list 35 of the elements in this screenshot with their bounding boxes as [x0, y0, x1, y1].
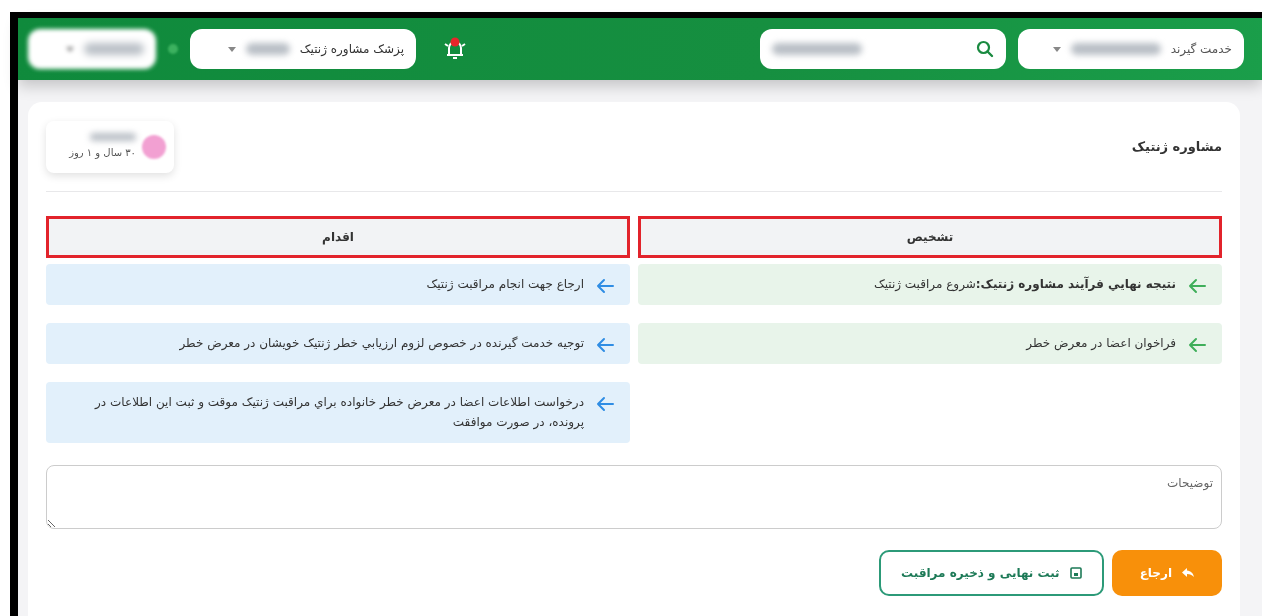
page-title: مشاوره ژنتیک [1131, 137, 1222, 156]
arrow-icon [596, 278, 614, 294]
search-icon [976, 40, 994, 58]
blurred-text [245, 43, 290, 55]
caret-icon [66, 46, 74, 52]
doctor-select[interactable]: پزشک مشاوره ژنتیک [190, 29, 416, 69]
caret-icon [227, 46, 236, 52]
item-text: درخواست اطلاعات اعضا در معرض خطر خانواده براي مراقبت ژنتیک موقت و ثبت این اطلاعات در پرونده، در صورت موافقت [93, 394, 584, 432]
search-field[interactable] [760, 29, 1006, 69]
arrow-icon [1188, 337, 1206, 354]
arrow-icon [596, 396, 614, 413]
bell-icon[interactable] [442, 36, 468, 62]
avatar-icon [142, 134, 166, 159]
connector-icon [168, 44, 178, 54]
caret-icon [1052, 46, 1061, 52]
item-text: فراخوان اعضا در معرض خطر [1026, 335, 1176, 353]
patient-age: ۳۰ سال و ۱ روز [69, 146, 136, 160]
blurred-select[interactable] [28, 29, 156, 69]
select-label: خدمت گیرند [1170, 41, 1232, 58]
blurred-text [84, 43, 144, 55]
arrow-icon [596, 337, 614, 354]
arrow-icon [1188, 278, 1206, 294]
reply-icon [1182, 567, 1194, 578]
column-header: اقدام [46, 216, 630, 258]
item-text: توجیه خدمت گیرنده در خصوص لزوم ارزيابي خطر ژنتیک خویشان در معرض خطر [179, 335, 584, 353]
column-header: تشخیص [638, 216, 1222, 258]
client-select[interactable]: خدمت گیرند [1018, 29, 1244, 69]
save-button[interactable]: ثبت نهایی و ذخیره مراقبت [879, 549, 1104, 596]
select-label: پزشک مشاوره ژنتیک [299, 41, 404, 58]
item-text: ارجاع جهت انجام مراقبت ژنتیک [426, 276, 584, 293]
notes-field[interactable]: توضیحات [46, 464, 1222, 529]
item-text: نتیجه نهايي فرآيند مشاوره ژنتيک:شروع مراقبت ژنتیک [873, 275, 1176, 294]
patient-chip[interactable]: ۳۰ سال و ۱ روز [46, 120, 174, 173]
save-icon [1069, 566, 1082, 579]
blurred-text [90, 133, 136, 141]
